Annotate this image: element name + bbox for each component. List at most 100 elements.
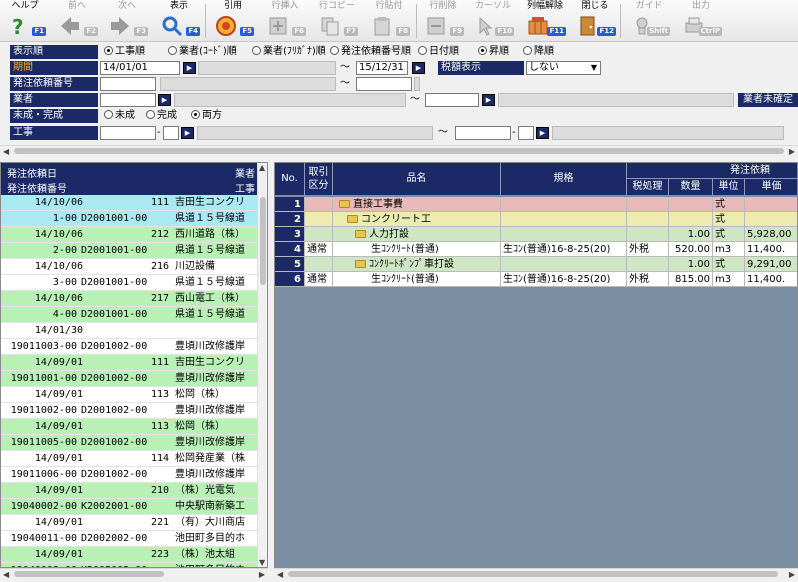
sort-direction-radio-1[interactable]: 降順 [523, 45, 554, 59]
header-item: 品名 [333, 163, 501, 195]
vendor-unconfirmed-label: 業者未確定 [738, 93, 798, 107]
list-item[interactable]: 19040011-00 D2002002-00 池田町多目的ホ [1, 531, 257, 547]
scroll-down-icon: ▼ [259, 558, 266, 567]
row-insert-button[interactable]: 行挿入 F6 [262, 1, 308, 41]
row-price: 9,291,00 [745, 257, 797, 272]
row-kubun: 通常 [305, 242, 333, 257]
grid-row[interactable]: 4 通常 生ｺﾝｸﾘｰﾄ(普通) 生ｺﾝ(普通)16-8-25(20) 外税 520.00… [275, 242, 797, 257]
scroll-thumb[interactable] [260, 197, 266, 285]
status-radio-0[interactable]: 未成 [104, 109, 135, 123]
grid-row[interactable]: 2 コンクリート工 式 [275, 212, 797, 227]
order-list-vertical-scrollbar[interactable]: ▲ ▼ [257, 163, 267, 567]
column-release-button[interactable]: 列幅解除 F11 [522, 1, 568, 41]
radio-icon [146, 110, 155, 119]
list-item[interactable]: 14/10/06 216 川辺設備 [1, 259, 257, 275]
project-from-lookup-button[interactable]: ▶ [181, 127, 194, 139]
order-list-horizontal-scrollbar[interactable]: ◀ ▶ [0, 568, 268, 579]
display-order-radio-2[interactable]: 業者(ﾌﾘｶﾞﾅ)順 [252, 45, 326, 59]
list-item[interactable]: 14/10/06 111 吉田生コンクリ [1, 195, 257, 211]
list-item[interactable]: 14/09/01 221 （有）大川商店 [1, 515, 257, 531]
next-button[interactable]: 次へ F3 [104, 1, 150, 41]
row-item-name: 生ｺﾝｸﾘｰﾄ(普通) [371, 244, 439, 255]
vendor-from-input[interactable] [100, 93, 156, 107]
vendor-code: 223 [150, 549, 169, 560]
grid-row[interactable]: 6 通常 生ｺﾝｸﾘｰﾄ(普通) 生ｺﾝ(普通)16-8-25(20) 外税 815.00… [275, 272, 797, 287]
status-radio-2[interactable]: 両方 [191, 109, 222, 123]
scroll-thumb[interactable] [14, 571, 164, 577]
order-no-from-input[interactable] [100, 77, 156, 91]
period-to-input[interactable]: 15/12/31 [356, 61, 408, 75]
list-item[interactable]: 19011001-00 D2001002-00 豊頃川改修護岸 [1, 371, 257, 387]
display-order-radio-1[interactable]: 業者(ｺｰﾄﾞ)順 [168, 45, 237, 59]
list-item[interactable]: 14/09/01 111 吉田生コンクリ [1, 355, 257, 371]
list-item[interactable]: 19011003-00 D2001002-00 豊頃川改修護岸 [1, 339, 257, 355]
form-horizontal-scrollbar[interactable]: ◀ ▶ [0, 145, 798, 156]
list-item[interactable]: 19011002-00 D2001002-00 豊頃川改修護岸 [1, 403, 257, 419]
list-item[interactable]: 14/09/01 210 （株）光電気 [1, 483, 257, 499]
cursor-label: カーソル [474, 1, 511, 11]
folder-icon [355, 260, 366, 268]
cursor-button[interactable]: カーソル F10 [470, 1, 516, 41]
list-item[interactable]: 3-00 D2001001-00 県道１５号線道 [1, 275, 257, 291]
list-item[interactable]: 1-00 D2001001-00 県道１５号線道 [1, 211, 257, 227]
vendor-name: 松岡（株） [175, 421, 225, 432]
order-number: 19011001-00 [10, 373, 77, 384]
vendor-from-lookup-button[interactable]: ▶ [158, 94, 171, 106]
status-radio-1[interactable]: 完成 [146, 109, 177, 123]
list-item[interactable]: 19011006-00 D2001002-00 豊頃川改修護岸 [1, 467, 257, 483]
vendor-code: 113 [150, 389, 169, 400]
row-tax: 外税 [627, 272, 669, 287]
list-item[interactable]: 14/01/30 [1, 323, 257, 339]
list-item[interactable]: 14/09/01 223 （株）池太組 [1, 547, 257, 563]
list-item[interactable]: 19040002-00 K2002001-00 中央駅南新築工 [1, 499, 257, 515]
display-order-radio-0[interactable]: 工事順 [104, 45, 145, 59]
list-item[interactable]: 14/10/06 217 西山電工（株） [1, 291, 257, 307]
sort-direction-radio-0[interactable]: 昇順 [478, 45, 509, 59]
project-to-input[interactable] [455, 126, 511, 140]
row-item-name: 人力打設 [369, 229, 409, 240]
row-copy-button[interactable]: 行コピー F7 [314, 1, 360, 41]
list-item[interactable]: 14/09/01 113 松岡（株） [1, 419, 257, 435]
row-paste-button[interactable]: 行貼付 F8 [366, 1, 412, 41]
project-from-input[interactable] [100, 126, 156, 140]
grid-row[interactable]: 3 人力打設 1.00 式 5,928,00 [275, 227, 797, 242]
output-button[interactable]: 出力 CtrlP [678, 1, 724, 41]
row-unit: 式 [713, 197, 745, 212]
row-kubun [305, 197, 333, 212]
list-item[interactable]: 2-00 D2001001-00 県道１５号線道 [1, 243, 257, 259]
list-item[interactable]: 19011005-00 D2001002-00 豊頃川改修護岸 [1, 435, 257, 451]
list-item[interactable]: 14/09/01 113 松岡（株） [1, 387, 257, 403]
list-item[interactable]: 4-00 D2001001-00 県道１５号線道 [1, 307, 257, 323]
help-button[interactable]: ヘルプ ? F1 [2, 1, 48, 41]
row-spec: 生ｺﾝ(普通)16-8-25(20) [501, 272, 627, 287]
guide-button[interactable]: ガイド Shift [626, 1, 672, 41]
project-name: 県道１５号線道 [175, 309, 245, 320]
prev-button[interactable]: 前へ F2 [54, 1, 100, 41]
project-from-branch-input[interactable] [163, 126, 179, 140]
display-order-radio-4[interactable]: 日付順 [418, 45, 459, 59]
close-button[interactable]: 閉じる F12 [572, 1, 618, 41]
display-button[interactable]: 表示 F4 [156, 1, 202, 41]
vendor-to-input[interactable] [425, 93, 479, 107]
vendor-to-lookup-button[interactable]: ▶ [482, 94, 495, 106]
grid-row[interactable]: 5 ｺﾝｸﾘｰﾄﾎﾟﾝﾌﾟ車打設 1.00 式 9,291,00 [275, 257, 797, 272]
project-to-branch-input[interactable] [518, 126, 534, 140]
row-delete-button[interactable]: 行削除 F9 [420, 1, 466, 41]
detail-grid-horizontal-scrollbar[interactable]: ◀ ▶ [274, 568, 798, 579]
tax-display-select[interactable]: しない ▼ [526, 61, 601, 75]
period-from-input[interactable]: 14/01/01 [100, 61, 180, 75]
order-no-to-input[interactable] [356, 77, 412, 91]
grid-row[interactable]: 1 直接工事費 式 [275, 197, 797, 212]
project-to-lookup-button[interactable]: ▶ [536, 127, 549, 139]
scroll-thumb[interactable] [14, 148, 784, 154]
list-item[interactable]: 14/09/01 114 松岡発産業（株 [1, 451, 257, 467]
order-date: 14/09/01 [34, 517, 83, 528]
scroll-thumb[interactable] [288, 571, 778, 577]
period-to-lookup-button[interactable]: ▶ [412, 62, 425, 74]
list-item[interactable]: 14/10/06 212 西川道路（株） [1, 227, 257, 243]
request-number: D2002002-00 [81, 533, 148, 544]
period-from-lookup-button[interactable]: ▶ [183, 62, 196, 74]
display-order-radio-3[interactable]: 発注依頼番号順 [330, 45, 411, 59]
cite-button[interactable]: 引用 F5 [210, 1, 256, 41]
project-name: 池田町多目的ホ [175, 533, 245, 544]
